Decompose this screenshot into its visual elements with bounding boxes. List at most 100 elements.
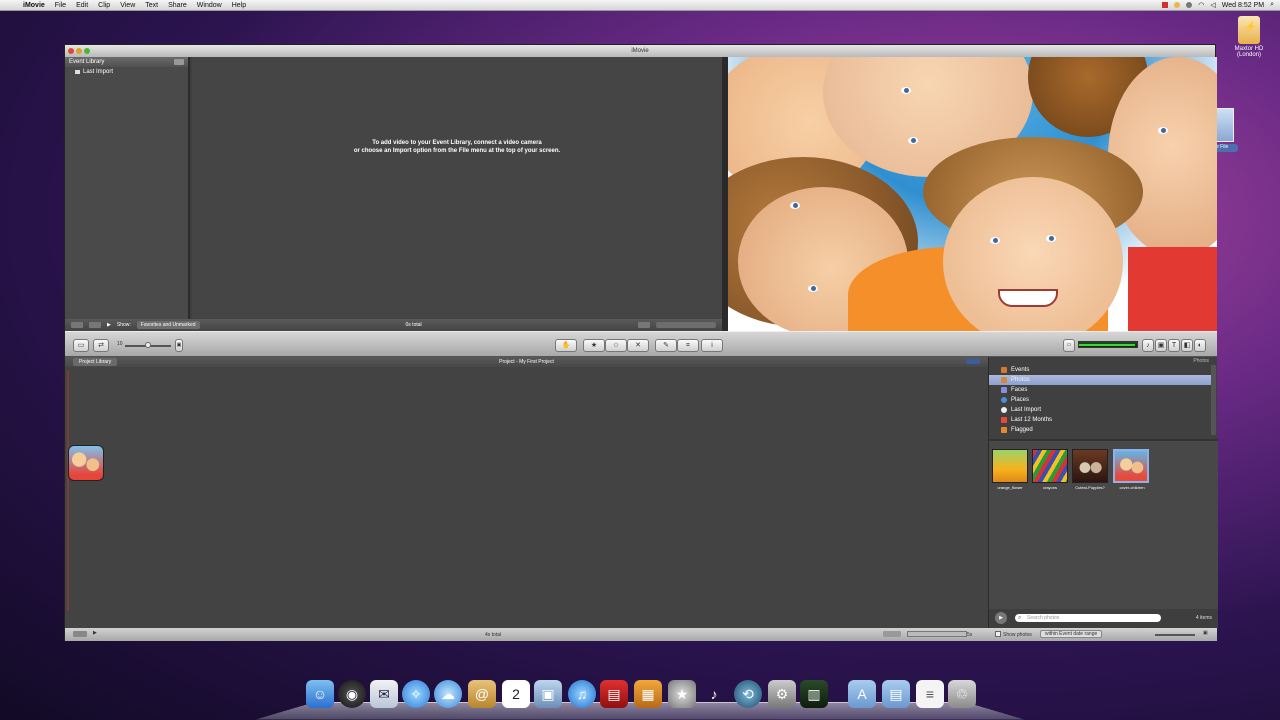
photo-count: 4 items [1195, 615, 1212, 621]
source-last-import[interactable]: Last Import [989, 405, 1211, 415]
spotlight-icon[interactable]: ⌕ [1270, 1, 1274, 9]
zoom-slider-knob[interactable] [145, 342, 151, 348]
music-icon[interactable]: ♪ [1142, 339, 1154, 352]
voiceover-button[interactable]: ✎ [655, 339, 677, 352]
safari-icon[interactable]: ✧ [402, 680, 430, 708]
photo-thumbnail[interactable] [992, 449, 1028, 483]
project-clip-thumbnail[interactable] [68, 445, 104, 481]
source-events[interactable]: Events [989, 365, 1211, 375]
close-icon[interactable] [68, 48, 74, 54]
photo-eye [901, 87, 911, 94]
garageband-icon[interactable]: ♪ [700, 680, 728, 708]
photo-shirt [1128, 247, 1217, 331]
audio-toggle-icon[interactable]: ▭ [1063, 339, 1075, 352]
ical-icon[interactable]: 2 [502, 680, 530, 708]
photo-thumbnail[interactable] [1032, 449, 1068, 483]
show-filter-select[interactable]: Favorites and Unmarked [136, 321, 200, 329]
file-icon[interactable]: ≡ [916, 680, 944, 708]
event-list-toggle-icon[interactable] [71, 322, 83, 328]
title-bar[interactable]: iMovie [65, 45, 1215, 57]
thumbnail-size-slider[interactable] [656, 322, 716, 328]
source-places[interactable]: Places [989, 395, 1211, 405]
trash-icon[interactable]: ♲ [948, 680, 976, 708]
menu-imovie[interactable]: iMovie [18, 2, 50, 9]
event-library-item-last-import[interactable]: Last Import [65, 67, 188, 77]
clock[interactable]: Wed 8:52 PM [1222, 2, 1264, 9]
show-photos-checkbox[interactable] [995, 631, 1001, 637]
iphoto-2-icon[interactable]: ▦ [634, 680, 662, 708]
audio-icon[interactable] [883, 631, 901, 637]
search-input[interactable]: Search photos [1015, 614, 1161, 622]
project-view-toggle[interactable] [966, 359, 980, 364]
iphoto-icon[interactable]: ▣ [534, 680, 562, 708]
desktop-file-icon[interactable] [1216, 108, 1234, 142]
transition-icon[interactable]: ◧ [1181, 339, 1193, 352]
thumbnail-size-icon[interactable] [638, 322, 650, 328]
camera-import-button[interactable]: ▭ [73, 339, 89, 352]
activity-icon[interactable]: ▥ [800, 680, 828, 708]
menu-share[interactable]: Share [163, 2, 192, 9]
play-icon[interactable]: ▶ [995, 612, 1007, 624]
source-last-12-months[interactable]: Last 12 Months [989, 415, 1211, 425]
ichat-icon[interactable]: ☁ [434, 680, 462, 708]
play-icon[interactable]: ▶ [93, 630, 97, 636]
wifi-icon[interactable]: ◠ [1198, 1, 1204, 9]
title-icon[interactable]: T [1168, 339, 1180, 352]
status-icon[interactable] [1186, 2, 1193, 8]
eject-icon[interactable] [174, 59, 184, 65]
volume-icon[interactable]: ◁ [1210, 1, 1215, 9]
bottom-bar: ▶ 4s total 5s Show photos within Event d… [65, 628, 1217, 641]
crop-button[interactable]: ⌗ [677, 339, 699, 352]
finder-icon[interactable]: ☺ [306, 680, 334, 708]
photo-thumbnail[interactable] [1072, 449, 1108, 483]
camera-icon[interactable] [73, 631, 87, 637]
project-area[interactable] [65, 367, 988, 628]
zoom-value: 10 [117, 341, 123, 347]
menu-file[interactable]: File [50, 2, 71, 9]
applications-folder-icon[interactable]: A [848, 680, 876, 708]
map-icon[interactable]: ◐ [1194, 339, 1206, 352]
zoom-icon[interactable] [84, 48, 90, 54]
project-title: Project - My First Project [499, 359, 554, 365]
photo-icon[interactable]: ▣ [1155, 339, 1167, 352]
date-range-select[interactable]: within Event date range [1040, 630, 1103, 638]
status-icon[interactable] [1174, 2, 1181, 8]
minimize-icon[interactable] [76, 48, 82, 54]
menu-window[interactable]: Window [192, 2, 227, 9]
itunes-icon[interactable]: ♫ [568, 680, 596, 708]
menu-view[interactable]: View [115, 2, 140, 9]
source-label: Last Import [1011, 407, 1042, 413]
unmark-button[interactable]: ☆ [605, 339, 627, 352]
source-scrollbar[interactable] [1211, 365, 1216, 435]
dashboard-icon[interactable]: ◉ [338, 680, 366, 708]
imovie-icon[interactable]: ★ [668, 680, 696, 708]
menu-help[interactable]: Help [227, 2, 251, 9]
photo-thumbnail-selected[interactable] [1113, 449, 1149, 483]
source-faces[interactable]: Faces [989, 385, 1211, 395]
thumbnail-size-slider[interactable] [1155, 634, 1195, 636]
fit-icon[interactable]: ▣ [1203, 630, 1208, 636]
camera-icon[interactable] [89, 322, 101, 328]
address-book-icon[interactable]: @ [468, 680, 496, 708]
play-icon[interactable]: ▶ [107, 322, 111, 328]
system-preferences-icon[interactable]: ⚙ [768, 680, 796, 708]
menu-clip[interactable]: Clip [93, 2, 115, 9]
swap-button[interactable]: ⇄ [93, 339, 109, 352]
timeline-zoom-slider[interactable] [907, 631, 967, 637]
menu-text[interactable]: Text [140, 2, 163, 9]
fit-icon[interactable]: ▣ [175, 339, 183, 352]
seconds-label: 5s [967, 632, 973, 638]
desktop-disk[interactable]: Maxtor HD (London) [1226, 16, 1272, 58]
status-icon[interactable] [1162, 2, 1169, 8]
documents-folder-icon[interactable]: ▤ [882, 680, 910, 708]
source-photos[interactable]: Photos [989, 375, 1211, 385]
time-machine-icon[interactable]: ⟲ [734, 680, 762, 708]
hand-tool-button[interactable]: ✋ [555, 339, 577, 352]
menu-edit[interactable]: Edit [71, 2, 93, 9]
reject-button[interactable]: ✕ [627, 339, 649, 352]
mail-icon[interactable]: ✉ [370, 680, 398, 708]
source-flagged[interactable]: Flagged [989, 425, 1211, 435]
photo-booth-icon[interactable]: ▤ [600, 680, 628, 708]
favorite-button[interactable]: ★ [583, 339, 605, 352]
info-button[interactable]: i [701, 339, 723, 352]
